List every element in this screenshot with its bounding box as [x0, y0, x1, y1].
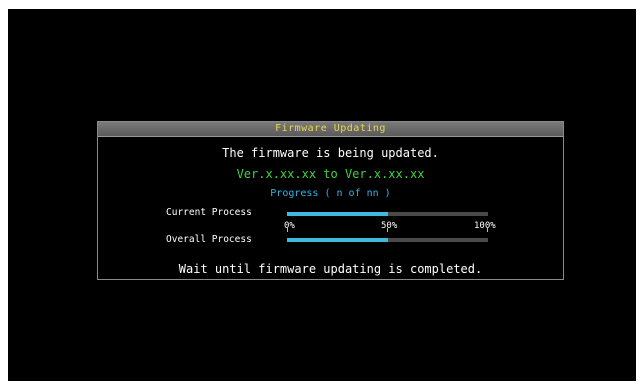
scale-label-50: 50% [381, 221, 398, 231]
scale-tick-0 [287, 228, 288, 232]
firmware-update-dialog: Firmware Updating The firmware is being … [97, 121, 564, 280]
dialog-title: Firmware Updating [98, 122, 563, 137]
current-process-label: Current Process [166, 207, 252, 218]
screen-background: Firmware Updating The firmware is being … [8, 9, 636, 381]
overall-process-fill [287, 238, 388, 242]
scale-tick-100 [487, 228, 488, 232]
scale-label-0: 0% [284, 221, 295, 231]
overall-process-label: Overall Process [166, 234, 252, 245]
wait-message: Wait until firmware updating is complete… [178, 262, 483, 276]
progress-title: Progress ( n of nn ) [270, 188, 391, 199]
current-process-fill [287, 212, 388, 216]
version-line: Ver.x.xx.xx to Ver.x.xx.xx [236, 167, 425, 181]
update-message: The firmware is being updated. [222, 146, 439, 160]
current-process-bar [287, 212, 488, 216]
scale-label-100: 100% [474, 221, 496, 231]
overall-process-bar [287, 238, 488, 242]
scale-tick-50 [387, 228, 388, 232]
